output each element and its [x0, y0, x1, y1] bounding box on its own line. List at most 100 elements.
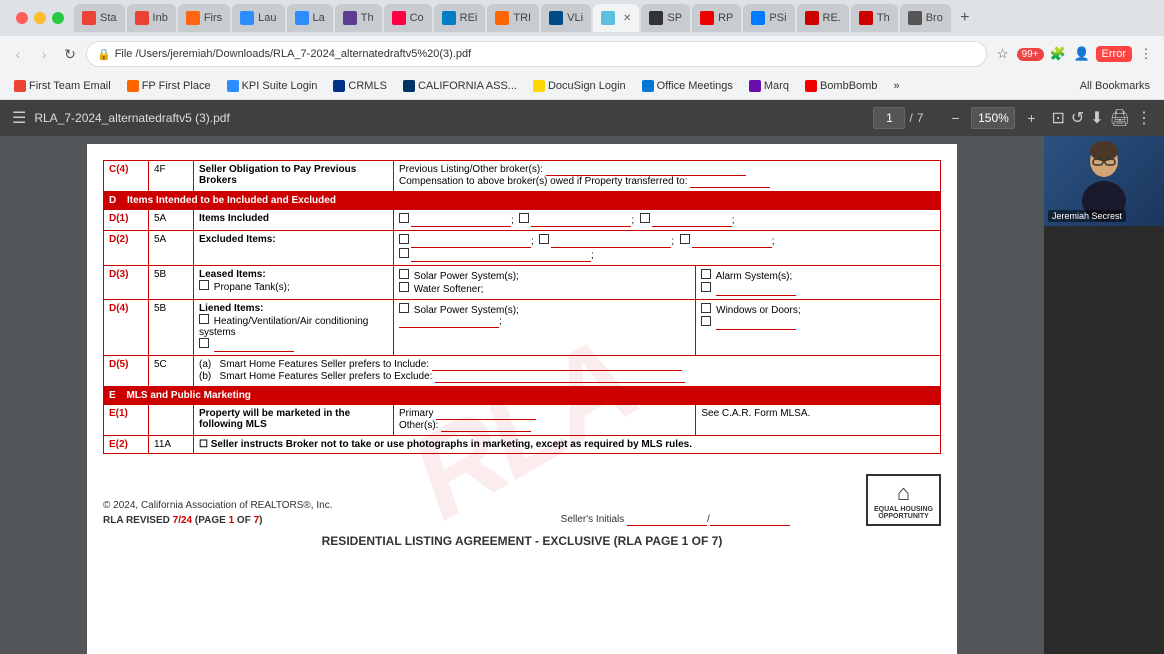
pdf-print-icon[interactable]: 🖨	[1110, 108, 1130, 128]
checkbox[interactable]	[640, 213, 650, 223]
initials-line2[interactable]	[710, 514, 790, 526]
pdf-zoom-in-button[interactable]: +	[1019, 106, 1043, 130]
profile-icon[interactable]: 👤	[1072, 44, 1092, 64]
pdf-page-input[interactable]	[873, 107, 905, 129]
tab-favicon	[549, 11, 563, 25]
lock-icon: 🔒	[97, 48, 111, 61]
bookmark-bombbomb[interactable]: BombBomb	[799, 78, 883, 94]
tab-label: Firs	[204, 12, 222, 24]
menu-icon[interactable]: ⋮	[1136, 44, 1156, 64]
bookmark-favicon	[805, 80, 817, 92]
new-tab-button[interactable]: +	[953, 6, 977, 30]
minimize-button[interactable]	[34, 12, 46, 24]
pdf-more-icon[interactable]: ⋮	[1136, 108, 1152, 128]
checkbox[interactable]	[399, 269, 409, 279]
tab-bro[interactable]: Bro	[900, 4, 951, 32]
maximize-button[interactable]	[52, 12, 64, 24]
tab-rei[interactable]: REi	[434, 4, 486, 32]
address-bar[interactable]: 🔒 File /Users/jeremiah/Downloads/RLA_7-2…	[86, 41, 987, 67]
tab-vli[interactable]: VLi	[541, 4, 591, 32]
tab-zoom2[interactable]: La	[287, 4, 333, 32]
bookmark-label: Office Meetings	[657, 80, 733, 92]
checkbox[interactable]	[701, 282, 711, 292]
table-row-d-header: D Items Intended to be Included and Excl…	[104, 192, 941, 210]
checkbox[interactable]	[399, 282, 409, 292]
pdf-download-icon[interactable]: ⬇	[1090, 108, 1103, 128]
row-ref-e1	[149, 405, 194, 436]
bookmark-caa[interactable]: CALIFORNIA ASS...	[397, 78, 523, 94]
bookmark-all[interactable]: All Bookmarks	[1074, 78, 1156, 94]
reload-button[interactable]: ↻	[60, 44, 80, 64]
pdf-zoom-out-button[interactable]: −	[943, 106, 967, 130]
bookmark-docusign[interactable]: DocuSign Login	[527, 78, 632, 94]
checkbox[interactable]	[399, 234, 409, 244]
bookmark-icon[interactable]: ☆	[993, 44, 1013, 64]
video-thumbnail: Jeremiah Secrest	[1044, 136, 1164, 226]
bookmark-more[interactable]: »	[887, 78, 905, 94]
checkbox[interactable]	[199, 280, 209, 290]
tab-rp[interactable]: RP	[692, 4, 741, 32]
checkbox[interactable]	[701, 303, 711, 313]
error-button[interactable]: Error	[1096, 46, 1132, 62]
tab-active[interactable]: ✕	[593, 4, 639, 32]
close-button[interactable]	[16, 12, 28, 24]
tab-first[interactable]: Firs	[178, 4, 230, 32]
checkbox[interactable]	[539, 234, 549, 244]
row-label-d4: Liened Items: Heating/Ventilation/Air co…	[194, 300, 394, 356]
tab-zoom1[interactable]: Lau	[232, 4, 284, 32]
bookmark-first-team-email[interactable]: First Team Email	[8, 78, 117, 94]
bookmark-crmls[interactable]: CRMLS	[327, 78, 393, 94]
checkbox[interactable]	[199, 314, 209, 324]
tab-favicon	[805, 11, 819, 25]
back-button[interactable]: ‹	[8, 44, 28, 64]
tab-inbox[interactable]: Inb	[127, 4, 176, 32]
forward-button[interactable]: ›	[34, 44, 54, 64]
bookmark-fp[interactable]: FP First Place	[121, 78, 217, 94]
tab-label: VLi	[567, 12, 583, 24]
tab-gmail1[interactable]: Sta	[74, 4, 125, 32]
pdf-zoom-input[interactable]	[971, 107, 1015, 129]
row-label-d1: Items Included	[194, 210, 394, 231]
bookmark-kpi[interactable]: KPI Suite Login	[221, 78, 324, 94]
pdf-fit-page-icon[interactable]: ⊡	[1051, 108, 1064, 128]
tab-label: Th	[361, 12, 374, 24]
bookmark-label: CALIFORNIA ASS...	[418, 80, 517, 92]
tab-close-icon[interactable]: ✕	[623, 13, 631, 24]
checkbox[interactable]	[701, 269, 711, 279]
tab-tri[interactable]: TRI	[487, 4, 539, 32]
person-silhouette	[1069, 141, 1139, 221]
checkbox[interactable]	[701, 316, 711, 326]
tab-bar: Sta Inb Firs Lau La Th Co REi	[0, 0, 1164, 36]
tab-label: La	[313, 12, 325, 24]
row-id-d3: D(3)	[104, 266, 149, 300]
toolbar-icons: ☆ 99+ 🧩 👤 Error ⋮	[993, 44, 1156, 64]
checkbox[interactable]	[680, 234, 690, 244]
row-id-d1: D(1)	[104, 210, 149, 231]
table-row: C(4) 4F Seller Obligation to Pay Previou…	[104, 161, 941, 192]
checkbox[interactable]	[399, 248, 409, 258]
document-table: C(4) 4F Seller Obligation to Pay Previou…	[103, 160, 941, 454]
tab-thehive[interactable]: Th	[335, 4, 382, 32]
extension-icon[interactable]: 🧩	[1048, 44, 1068, 64]
bookmark-office-meetings[interactable]: Office Meetings	[636, 78, 739, 94]
tab-sp[interactable]: SP	[641, 4, 690, 32]
checkbox[interactable]	[519, 213, 529, 223]
pdf-menu-icon[interactable]: ☰	[12, 108, 26, 128]
tab-co[interactable]: Co	[384, 4, 432, 32]
checkbox[interactable]	[199, 338, 209, 348]
row-ref-e2: 11A	[149, 436, 194, 454]
bookmark-label: FP First Place	[142, 80, 211, 92]
checkbox[interactable]	[399, 303, 409, 313]
notification-badge[interactable]: 99+	[1017, 48, 1044, 61]
row-content-e1-mid: Primary Other(s):	[394, 405, 696, 436]
tab-re[interactable]: RE.	[797, 4, 849, 32]
checkbox[interactable]	[399, 213, 409, 223]
tab-favicon	[295, 11, 309, 25]
tab-psi[interactable]: PSi	[743, 4, 794, 32]
initials-line1[interactable]	[627, 514, 707, 526]
pdf-rotate-icon[interactable]: ↺	[1071, 108, 1084, 128]
tab-th[interactable]: Th	[851, 4, 898, 32]
bookmark-marq[interactable]: Marq	[743, 78, 795, 94]
tab-label: Inb	[153, 12, 168, 24]
row-ref-d3: 5B	[149, 266, 194, 300]
